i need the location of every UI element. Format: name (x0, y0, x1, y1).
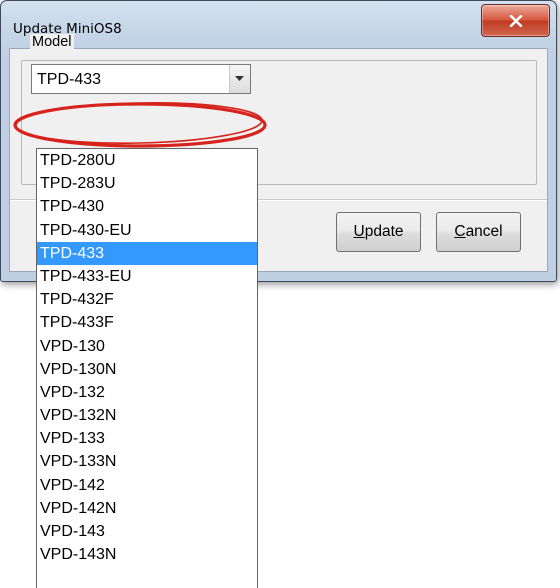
model-combobox-value: TPD-433 (37, 71, 102, 88)
chevron-down-icon (235, 76, 244, 81)
dropdown-option[interactable]: VPD-143 (37, 520, 257, 543)
close-icon (509, 15, 523, 27)
dropdown-option[interactable]: VPD-142 (37, 474, 257, 497)
cancel-button[interactable]: Cancel (436, 212, 521, 252)
dropdown-option[interactable]: VPD-142N (37, 497, 257, 520)
model-label: Model (30, 34, 74, 50)
dropdown-option[interactable]: VPD-133N (37, 450, 257, 473)
title-bar[interactable]: Update MiniOS8 (1, 1, 556, 51)
dropdown-option[interactable]: TPD-283U (37, 172, 257, 195)
dropdown-option[interactable]: VPD-130N (37, 358, 257, 381)
dropdown-option[interactable]: TPD-433F (37, 311, 257, 334)
dropdown-option[interactable]: VPD-143N (37, 543, 257, 566)
combo-dropdown-button[interactable] (229, 65, 250, 93)
dropdown-option[interactable]: VPD-132N (37, 404, 257, 427)
update-button[interactable]: Update (336, 212, 421, 252)
model-combobox[interactable]: TPD-433 (31, 64, 251, 94)
dropdown-option[interactable]: TPD-280U (37, 149, 257, 172)
update-button-label: Update (353, 223, 404, 240)
dropdown-option[interactable]: TPD-430 (37, 195, 257, 218)
dropdown-option[interactable]: VPD-130 (37, 335, 257, 358)
dropdown-option[interactable]: TPD-433-EU (37, 265, 257, 288)
dropdown-option[interactable]: TPD-432F (37, 288, 257, 311)
model-dropdown-list[interactable]: TPD-280U TPD-283U TPD-430 TPD-430-EU TPD-433… (36, 148, 258, 588)
dropdown-option[interactable]: VPD-133 (37, 427, 257, 450)
dropdown-option[interactable]: VPD-132 (37, 381, 257, 404)
cancel-button-label: Cancel (454, 223, 503, 240)
dropdown-option[interactable]: TPD-430-EU (37, 219, 257, 242)
dropdown-option[interactable]: TPD-433 (37, 241, 257, 265)
close-button[interactable] (481, 4, 550, 37)
